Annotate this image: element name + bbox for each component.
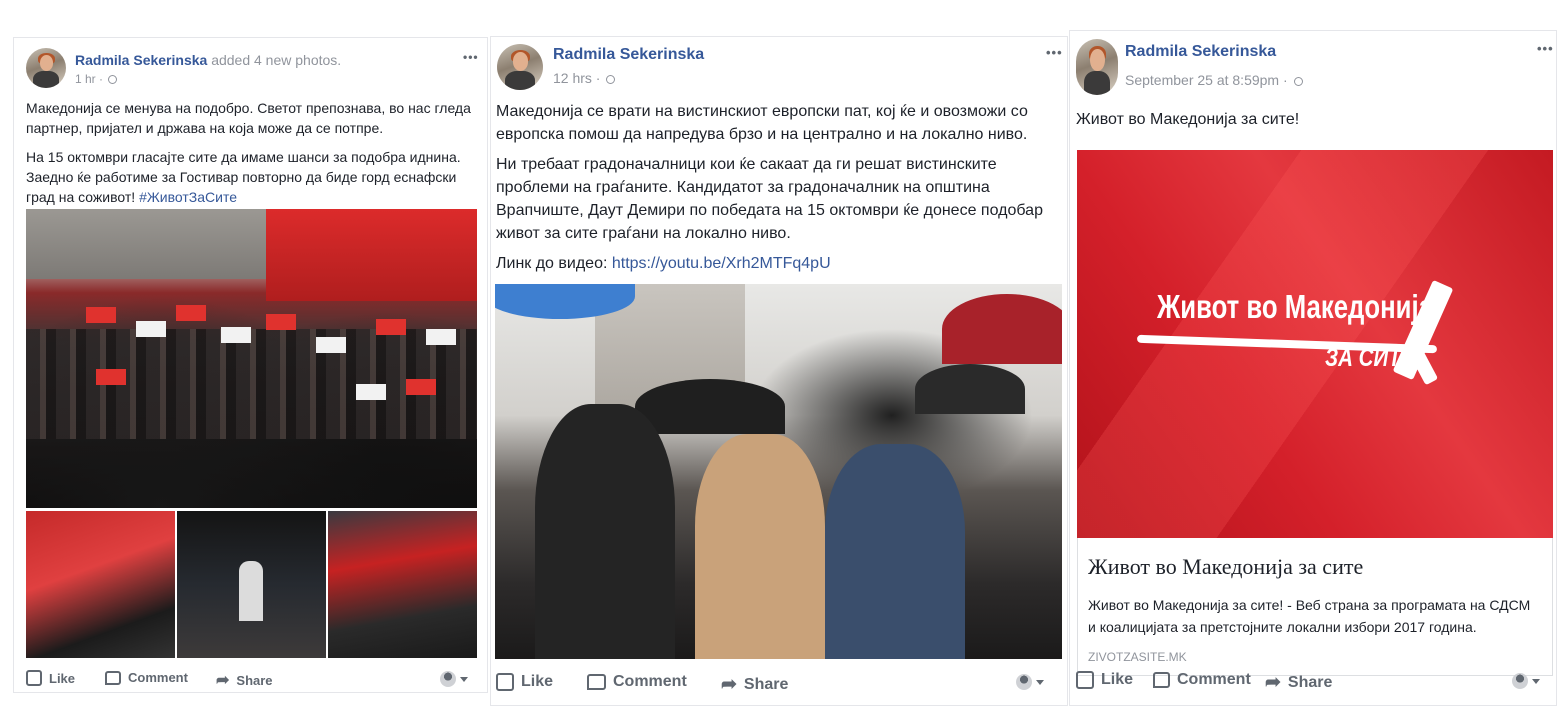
campaign-photo[interactable] — [495, 284, 1062, 659]
hashtag-link[interactable]: #ЖивотЗаСите — [139, 189, 237, 205]
youtube-link[interactable]: https://youtu.be/Xrh2MTFq4pU — [612, 255, 831, 272]
thumbs-up-icon — [26, 670, 42, 686]
react-as-selector[interactable] — [1512, 673, 1540, 689]
link-preview-image[interactable]: Живот во Македонија ЗА СИТЕ — [1077, 150, 1553, 538]
post-author[interactable]: Radmila Sekerinska added 4 new photos. — [75, 52, 341, 68]
post-paragraph: Линк до видео: https://youtu.be/Xrh2MTFq… — [496, 255, 831, 272]
rally-photo-thumb[interactable] — [328, 511, 477, 658]
post-actions: Like Comment ➦ Share — [491, 670, 1067, 698]
post-text: Македонија се менува на подобро. Светот … — [26, 98, 476, 207]
preview-image-title: Живот во Македонија — [1157, 288, 1433, 325]
share-arrow-icon: ➦ — [216, 672, 230, 689]
caret-down-icon — [460, 676, 468, 682]
rally-photo-main[interactable] — [26, 209, 477, 508]
like-button[interactable]: Like — [496, 673, 553, 691]
post-timestamp[interactable]: 1 hr · — [75, 72, 118, 86]
post-actions: Like Comment ➦ Share — [1070, 669, 1556, 697]
post-card-1: Radmila Sekerinska added 4 new photos. 1… — [13, 37, 488, 693]
timestamp-text[interactable]: 1 hr — [75, 72, 96, 86]
link-preview-info[interactable]: Живот во Македонија за сите Живот во Мак… — [1077, 538, 1553, 676]
like-button[interactable]: Like — [1076, 671, 1133, 689]
post-timestamp[interactable]: September 25 at 8:59pm · — [1125, 72, 1303, 88]
link-preview-description: Живот во Македонија за сите! - Веб стран… — [1088, 597, 1531, 635]
avatar[interactable] — [497, 44, 543, 90]
post-paragraph: На 15 октомври гласајте сите да имаме ша… — [26, 149, 461, 205]
more-options-icon[interactable]: ••• — [1537, 41, 1554, 56]
timestamp-text[interactable]: September 25 at 8:59pm — [1125, 72, 1279, 88]
react-as-selector[interactable] — [440, 671, 468, 687]
page-avatar-icon — [1512, 673, 1528, 689]
like-button[interactable]: Like — [26, 670, 75, 686]
comment-button[interactable]: Comment — [587, 673, 687, 691]
post-paragraph: Македонија се врати на вистинскиот европ… — [496, 103, 1028, 143]
author-name[interactable]: Radmila Sekerinska — [553, 46, 704, 63]
avatar[interactable] — [26, 48, 66, 88]
react-as-selector[interactable] — [1016, 674, 1044, 690]
post-actions: Like Comment ➦ Share — [14, 667, 487, 691]
post-card-2: Radmila Sekerinska 12 hrs · ••• Македони… — [490, 36, 1068, 706]
link-preview-title[interactable]: Живот во Македонија за сите — [1088, 554, 1363, 580]
share-button[interactable]: ➦ Share — [1265, 671, 1332, 694]
comment-bubble-icon — [587, 674, 606, 690]
share-arrow-icon: ➦ — [1265, 672, 1281, 693]
share-arrow-icon: ➦ — [721, 674, 737, 695]
more-options-icon[interactable]: ••• — [1046, 45, 1063, 60]
rally-photo-thumb[interactable] — [177, 511, 326, 658]
link-preview-domain: ZIVOTZASITE.MK — [1088, 650, 1187, 664]
comment-button[interactable]: Comment — [105, 670, 188, 685]
post-paragraph: Ни требаат градоначалници кои ќе сакаат … — [496, 156, 1043, 242]
avatar[interactable] — [1076, 39, 1118, 95]
post-author[interactable]: Radmila Sekerinska — [1125, 43, 1276, 61]
author-action-text: added 4 new photos. — [211, 52, 342, 68]
caret-down-icon — [1036, 679, 1044, 685]
globe-icon — [1293, 76, 1303, 86]
author-name[interactable]: Radmila Sekerinska — [75, 52, 207, 68]
post-card-3: Radmila Sekerinska September 25 at 8:59p… — [1069, 30, 1557, 706]
post-text: Македонија се врати на вистинскиот европ… — [496, 100, 1064, 275]
post-paragraph: Македонија се менува на подобро. Светот … — [26, 100, 471, 136]
post-author[interactable]: Radmila Sekerinska — [553, 46, 704, 64]
rally-photo-thumb[interactable] — [26, 511, 175, 658]
share-button[interactable]: ➦ Share — [721, 673, 788, 696]
share-button[interactable]: ➦ Share — [216, 670, 273, 690]
page-avatar-icon — [1016, 674, 1032, 690]
author-name[interactable]: Radmila Sekerinska — [1125, 43, 1276, 60]
globe-icon — [606, 74, 616, 84]
globe-icon — [108, 75, 118, 85]
thumbs-up-icon — [1076, 671, 1094, 689]
more-options-icon[interactable]: ••• — [463, 50, 479, 64]
thumbs-up-icon — [496, 673, 514, 691]
post-timestamp[interactable]: 12 hrs · — [553, 70, 616, 86]
comment-bubble-icon — [105, 670, 121, 685]
page-avatar-icon — [440, 671, 456, 687]
caret-down-icon — [1532, 678, 1540, 684]
comment-bubble-icon — [1153, 672, 1170, 688]
post-text: Живот во Македонија за сите! — [1076, 111, 1300, 128]
comment-button[interactable]: Comment — [1153, 671, 1251, 689]
timestamp-text[interactable]: 12 hrs — [553, 70, 592, 86]
